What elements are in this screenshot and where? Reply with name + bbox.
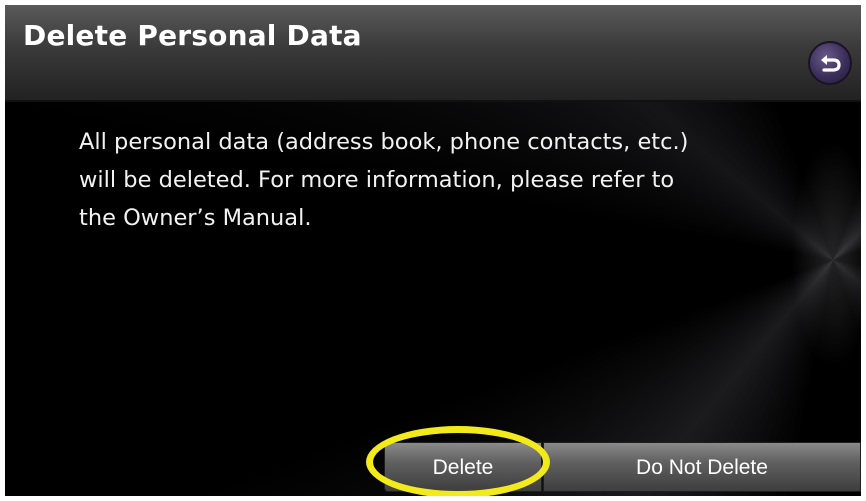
page-title: Delete Personal Data — [23, 19, 362, 52]
back-button[interactable] — [808, 41, 852, 85]
do-not-delete-button[interactable]: Do Not Delete — [543, 442, 861, 492]
dialog-message: All personal data (address book, phone c… — [79, 129, 689, 231]
delete-personal-data-screen: Delete Personal Data All personal data (… — [5, 5, 861, 496]
back-arrow-icon — [821, 55, 841, 72]
title-bar: Delete Personal Data — [5, 5, 861, 102]
delete-button[interactable]: Delete — [384, 442, 542, 492]
